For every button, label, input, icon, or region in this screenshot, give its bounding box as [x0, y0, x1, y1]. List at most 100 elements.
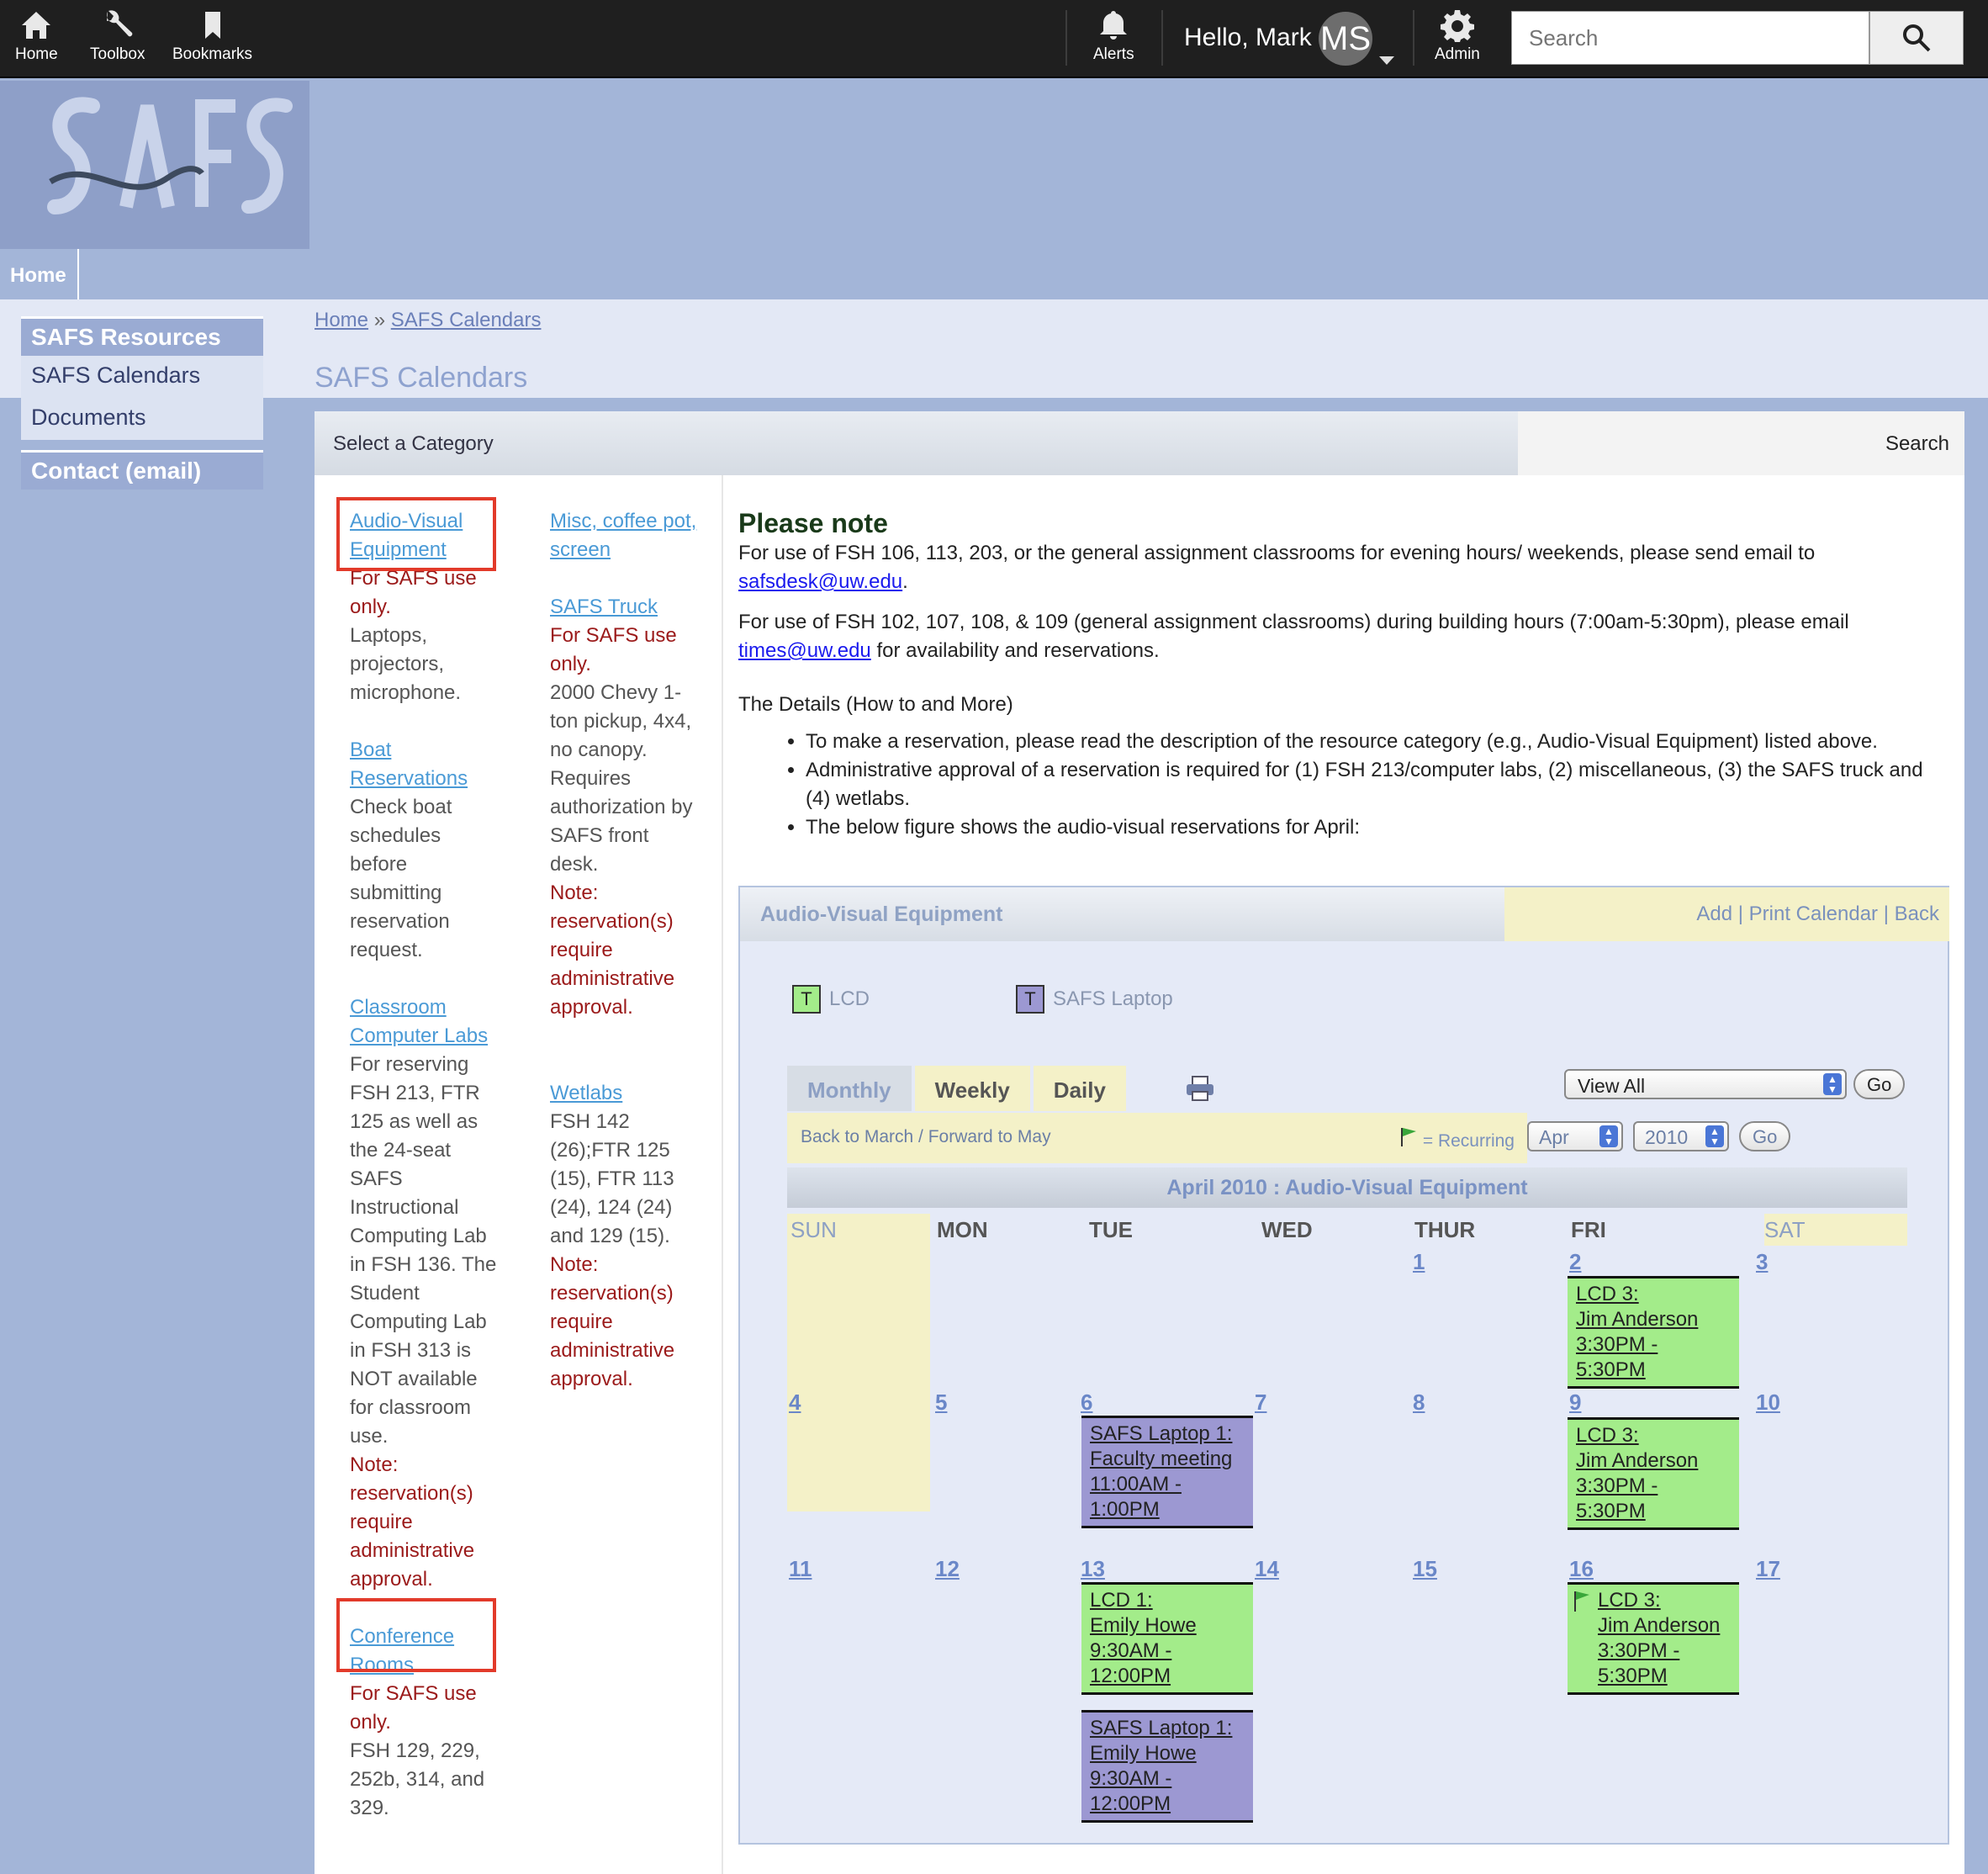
calendar-back-link[interactable]: Back	[1895, 903, 1939, 925]
view-go-button[interactable]: Go	[1853, 1069, 1906, 1099]
times-email-link[interactable]: times@uw.edu	[738, 639, 871, 662]
date-link[interactable]: 12	[935, 1556, 960, 1582]
category-entry: SAFS Truck For SAFS use only. 2000 Chevy…	[550, 593, 701, 1022]
search-input[interactable]	[1511, 11, 1869, 65]
calendar-event-lcd[interactable]: LCD 3: Jim Anderson 3:30PM - 5:30PM	[1568, 1276, 1739, 1389]
sidebar-item-safs-calendars[interactable]: SAFS Calendars	[21, 356, 263, 398]
calendar-print-link[interactable]: Print Calendar	[1749, 903, 1878, 925]
sidebar: SAFS Resources SAFS Calendars Documents …	[21, 316, 263, 490]
category-description: FSH 129, 229, 252b, 314, and 329.	[350, 1739, 485, 1819]
month-select[interactable]: Apr ▲ ▼	[1527, 1121, 1623, 1151]
bookmark-icon	[204, 12, 220, 39]
date-link[interactable]: 16	[1569, 1556, 1594, 1582]
safsdesk-email-link[interactable]: safsdesk@uw.edu	[738, 570, 902, 593]
date-link[interactable]: 3	[1756, 1249, 1768, 1275]
sunday-shade	[787, 1214, 930, 1511]
event-line: 3:30PM - 5:30PM	[1598, 1639, 1680, 1687]
event-line: 9:30AM -	[1090, 1639, 1172, 1662]
safs-logo[interactable]	[0, 81, 309, 249]
month-select-value: Apr	[1539, 1126, 1569, 1148]
printer-icon[interactable]	[1186, 1076, 1214, 1101]
nav-home-link[interactable]: Home	[0, 249, 79, 299]
category-description: Laptops, projectors, microphone.	[350, 624, 462, 704]
sidebar-item-documents[interactable]: Documents	[21, 398, 263, 440]
date-link[interactable]: 5	[935, 1390, 947, 1416]
note-paragraph: For use of FSH 106, 113, 203, or the gen…	[738, 542, 1816, 593]
calendar-event-laptop[interactable]: SAFS Laptop 1: Emily Howe 9:30AM - 12:00…	[1081, 1710, 1253, 1823]
bookmarks-button[interactable]: Bookmarks	[172, 8, 252, 64]
category-restriction: For SAFS use only.	[550, 624, 677, 675]
event-line: Jim Anderson	[1598, 1614, 1721, 1637]
breadcrumb-home-link[interactable]: Home	[315, 309, 368, 331]
search-button[interactable]	[1869, 11, 1964, 65]
category-link-wetlabs[interactable]: Wetlabs	[550, 1079, 701, 1108]
user-greeting[interactable]: Hello, Mark	[1184, 24, 1312, 52]
home-nav-button[interactable]: Home	[15, 8, 58, 64]
tab-daily[interactable]: Daily	[1033, 1066, 1126, 1111]
date-link[interactable]: 7	[1255, 1390, 1266, 1416]
admin-button[interactable]: Admin	[1435, 8, 1480, 64]
category-link-misc[interactable]: Misc, coffee pot, screen	[550, 507, 701, 564]
event-line: SAFS Laptop 1:	[1090, 1717, 1233, 1739]
view-select[interactable]: View All ▲ ▼	[1564, 1069, 1847, 1099]
back-forward-links[interactable]: Back to March / Forward to May	[801, 1127, 1051, 1146]
calendar-event-laptop[interactable]: SAFS Laptop 1: Faculty meeting 11:00AM -…	[1081, 1416, 1253, 1528]
topbar-divider	[1065, 10, 1067, 66]
breadcrumb-current-link[interactable]: SAFS Calendars	[391, 309, 542, 331]
category-search-link[interactable]: Search	[1518, 411, 1964, 475]
date-link[interactable]: 1	[1413, 1249, 1425, 1275]
event-line: Faculty meeting	[1090, 1448, 1233, 1470]
year-select-value: 2010	[1645, 1126, 1689, 1148]
year-select[interactable]: 2010 ▲ ▼	[1633, 1121, 1729, 1151]
recurring-legend: = Recurring	[1399, 1126, 1515, 1151]
alerts-button[interactable]: Alerts	[1093, 8, 1134, 64]
tab-weekly[interactable]: Weekly	[914, 1066, 1030, 1111]
chevron-down-icon[interactable]	[1379, 56, 1394, 65]
calendar-event-lcd-recurring[interactable]: LCD 3: Jim Anderson 3:30PM - 5:30PM	[1568, 1582, 1739, 1695]
toolbox-button[interactable]: Toolbox	[90, 8, 145, 64]
event-line: LCD 3:	[1576, 1424, 1639, 1447]
date-link[interactable]: 2	[1569, 1249, 1581, 1275]
legend-swatch: T	[792, 985, 821, 1014]
event-line: 3:30PM - 5:30PM	[1576, 1333, 1658, 1381]
bell-icon	[1100, 11, 1128, 40]
date-link[interactable]: 11	[789, 1556, 812, 1582]
event-line: 3:30PM - 5:30PM	[1576, 1474, 1658, 1522]
event-line: LCD 3:	[1576, 1283, 1639, 1305]
event-line: Emily Howe	[1090, 1742, 1197, 1765]
sidebar-item-contact[interactable]: Contact (email)	[21, 450, 263, 490]
date-link[interactable]: 10	[1756, 1390, 1780, 1416]
date-link[interactable]: 6	[1081, 1390, 1092, 1416]
note-title: Please note	[738, 508, 888, 538]
date-link[interactable]: 4	[789, 1390, 801, 1416]
date-link[interactable]: 15	[1413, 1556, 1437, 1582]
category-bar-label: Select a Category	[315, 411, 1518, 475]
alerts-label: Alerts	[1093, 45, 1134, 63]
tab-monthly[interactable]: Monthly	[787, 1066, 912, 1111]
column-divider	[722, 475, 723, 1874]
select-arrows-icon: ▲ ▼	[1823, 1073, 1842, 1095]
category-link-boat-reservations[interactable]: Boat Reservations	[350, 736, 501, 793]
category-link-safs-truck[interactable]: SAFS Truck	[550, 593, 701, 622]
date-link[interactable]: 13	[1081, 1556, 1105, 1582]
toolbox-label: Toolbox	[90, 45, 145, 63]
calendar-event-lcd[interactable]: LCD 3: Jim Anderson 3:30PM - 5:30PM	[1568, 1417, 1739, 1530]
category-description: For reserving FSH 213, FTR 125 as well a…	[350, 1053, 497, 1448]
category-description: FSH 142 (26);FTR 125 (15), FTR 113 (24),…	[550, 1110, 674, 1247]
calendar-nav-row: Back to March / Forward to May = Recurri…	[787, 1113, 1907, 1163]
legend-label: SAFS Laptop	[1053, 987, 1173, 1010]
avatar[interactable]: MS	[1319, 12, 1372, 66]
date-link[interactable]: 8	[1413, 1390, 1425, 1416]
flag-icon	[1401, 1128, 1416, 1146]
date-link[interactable]: 14	[1255, 1556, 1279, 1582]
category-link-classroom-computer-labs[interactable]: Classroom Computer Labs	[350, 993, 501, 1051]
date-link[interactable]: 17	[1756, 1556, 1780, 1582]
date-go-button[interactable]: Go	[1739, 1121, 1791, 1151]
home-nav-label: Home	[15, 45, 58, 63]
category-entry: Misc, coffee pot, screen	[550, 507, 701, 564]
date-link[interactable]: 9	[1569, 1390, 1581, 1416]
calendar-event-lcd[interactable]: LCD 1: Emily Howe 9:30AM - 12:00PM	[1081, 1582, 1253, 1695]
event-line: LCD 1:	[1090, 1589, 1153, 1612]
calendar-add-link[interactable]: Add	[1696, 903, 1732, 925]
event-line: LCD 3:	[1598, 1589, 1661, 1612]
